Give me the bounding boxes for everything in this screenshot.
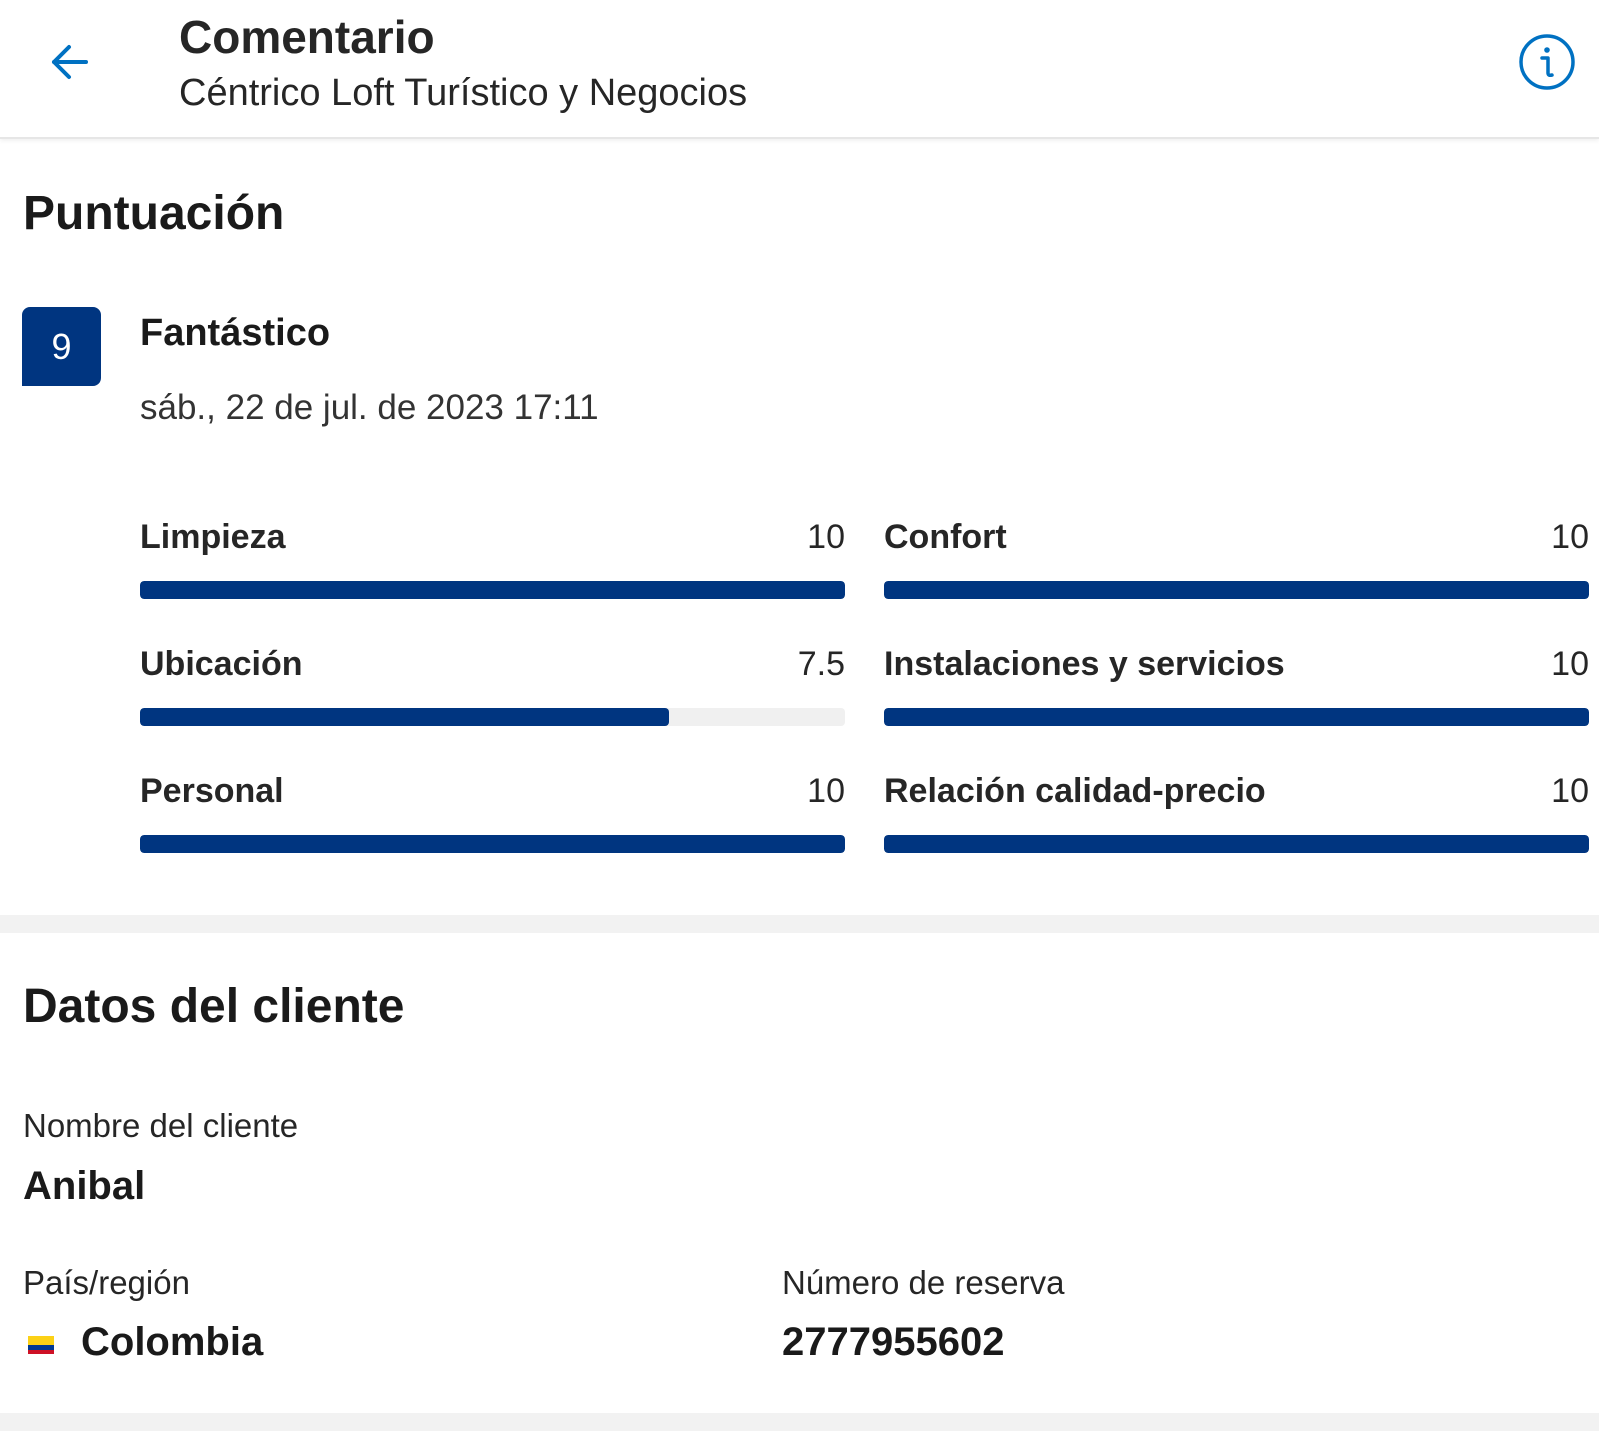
category-label: Relación calidad-precio: [884, 772, 1266, 810]
category-label: Confort: [884, 518, 1007, 556]
category-bar-track: [884, 708, 1589, 726]
category-bar-fill: [140, 708, 669, 726]
category-label: Ubicación: [140, 645, 303, 683]
client-section-title: Datos del cliente: [23, 980, 405, 1033]
category-bar-track: [140, 581, 845, 599]
top-app-bar: Comentario Céntrico Loft Turístico y Neg…: [0, 0, 1599, 139]
country-value: Colombia: [81, 1320, 264, 1364]
category-value: 10: [1551, 518, 1589, 556]
property-name: Céntrico Loft Turístico y Negocios: [179, 72, 748, 114]
category-value: 10: [807, 772, 845, 810]
category-value: 10: [1551, 645, 1589, 683]
booking-number-value: 2777955602: [782, 1320, 1005, 1364]
info-icon: [1519, 34, 1575, 90]
booking-number-label: Número de reserva: [782, 1264, 1065, 1301]
category-confort: Confort 10: [884, 518, 1589, 608]
category-bar-fill: [140, 581, 845, 599]
colombia-flag-icon: [28, 1336, 54, 1354]
category-value: 10: [1551, 772, 1589, 810]
info-button[interactable]: [1515, 30, 1579, 94]
category-label: Personal: [140, 772, 284, 810]
category-bar-fill: [884, 581, 1589, 599]
score-badge: 9: [22, 307, 101, 386]
category-instalaciones: Instalaciones y servicios 10: [884, 645, 1589, 735]
score-section-title: Puntuación: [23, 187, 285, 240]
category-label: Limpieza: [140, 518, 286, 556]
category-bar-fill: [140, 835, 845, 853]
country-label: País/región: [23, 1264, 190, 1301]
category-bar-track: [140, 708, 845, 726]
category-bar-fill: [884, 708, 1589, 726]
category-bar-track: [884, 581, 1589, 599]
score-word: Fantástico: [140, 312, 331, 354]
page-title: Comentario: [179, 11, 435, 63]
category-value: 10: [807, 518, 845, 556]
section-divider: [0, 1413, 1599, 1431]
category-personal: Personal 10: [140, 772, 845, 862]
category-relacion-calidad-precio: Relación calidad-precio 10: [884, 772, 1589, 862]
client-name-value: Anibal: [23, 1164, 146, 1208]
review-date: sáb., 22 de jul. de 2023 17:11: [140, 388, 599, 427]
arrow-left-icon: [52, 45, 88, 79]
category-ubicacion: Ubicación 7.5: [140, 645, 845, 735]
category-limpieza: Limpieza 10: [140, 518, 845, 608]
category-label: Instalaciones y servicios: [884, 645, 1285, 683]
section-divider: [0, 915, 1599, 933]
back-button[interactable]: [40, 32, 100, 92]
category-bar-fill: [884, 835, 1589, 853]
category-bar-track: [884, 835, 1589, 853]
category-value: 7.5: [797, 645, 845, 683]
client-name-label: Nombre del cliente: [23, 1107, 299, 1144]
category-bar-track: [140, 835, 845, 853]
